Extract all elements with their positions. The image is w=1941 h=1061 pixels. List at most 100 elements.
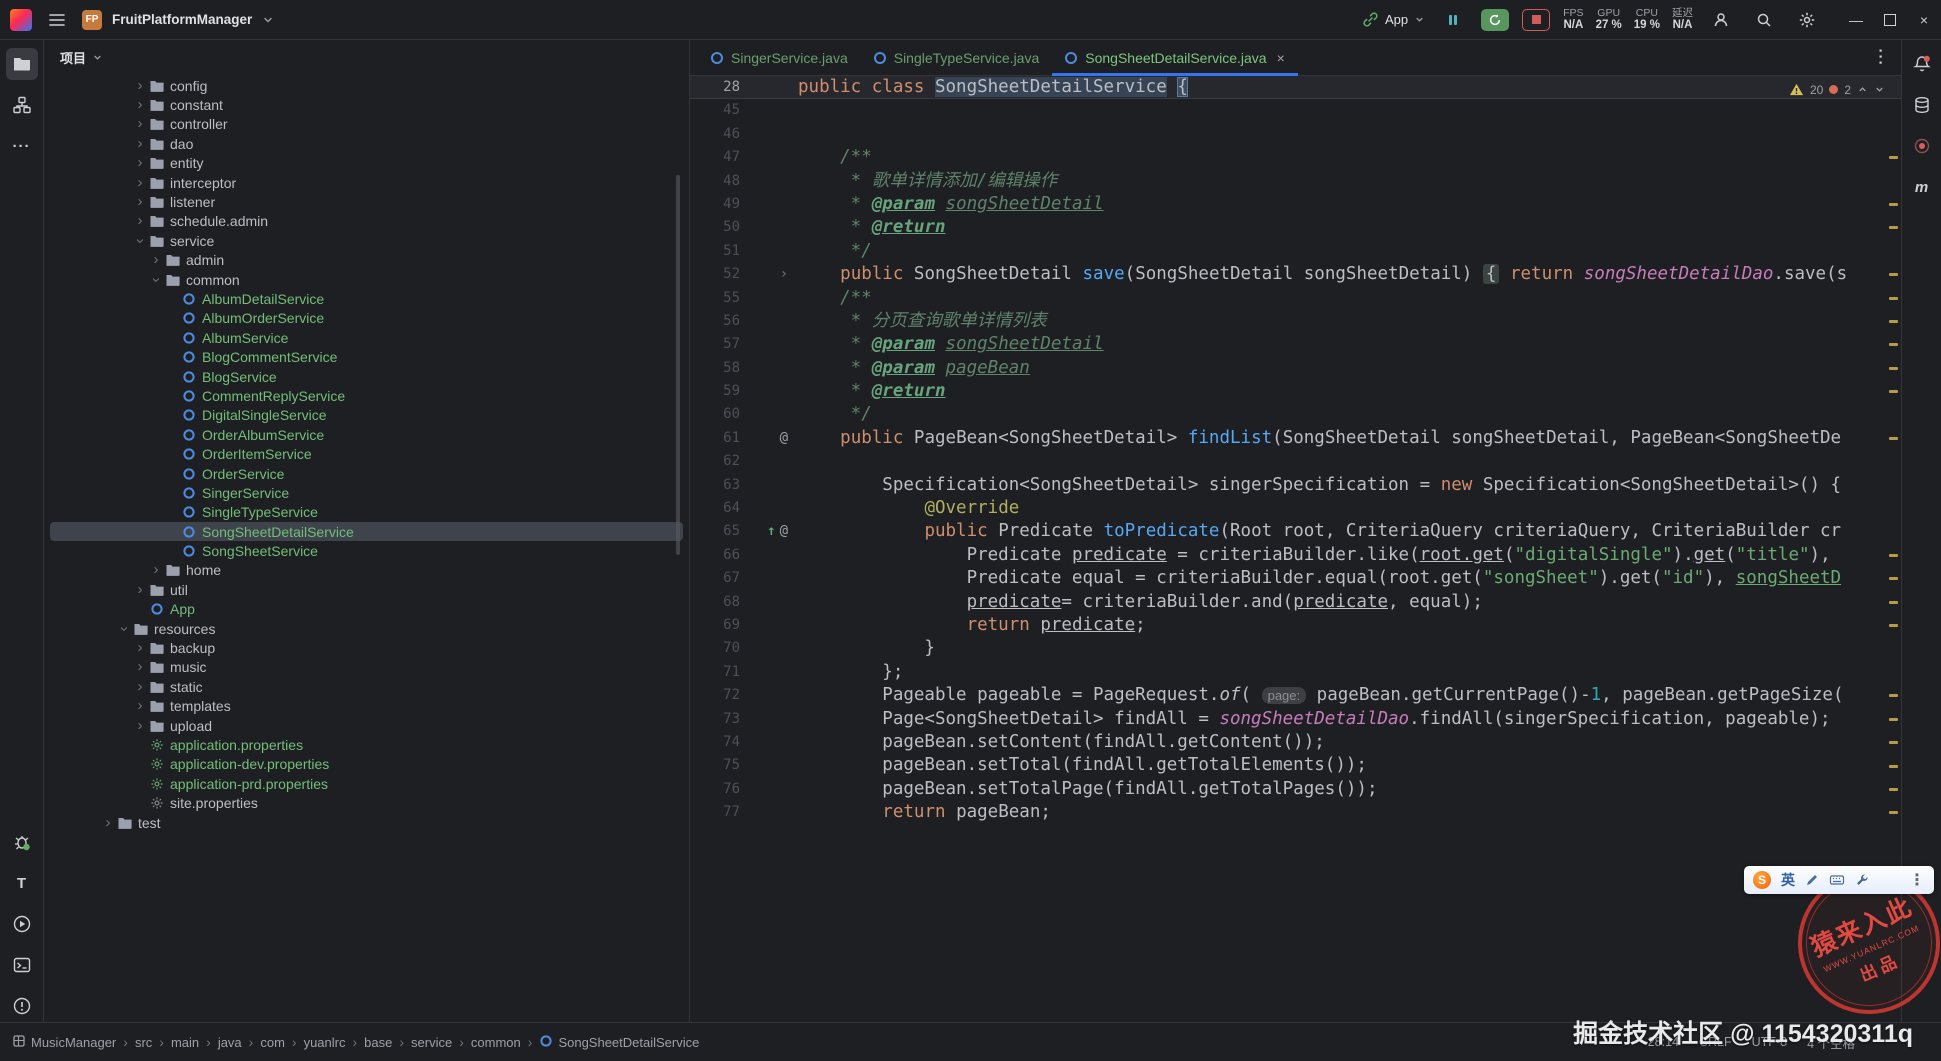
tree-item-util[interactable]: › util — [44, 580, 689, 599]
code-line-75[interactable]: 75 pageBean.setTotal(findAll.getTotalEle… — [690, 754, 1901, 777]
line-number[interactable]: 68 — [690, 591, 746, 614]
line-number[interactable]: 51 — [690, 240, 746, 263]
tree-item-BlogCommentService[interactable]: BlogCommentService — [44, 347, 689, 366]
pen-icon[interactable] — [1805, 873, 1819, 887]
tree-item-constant[interactable]: › constant — [44, 95, 689, 114]
line-number[interactable]: 61 — [690, 427, 746, 450]
tab-SingerService.java[interactable]: SingerService.java — [698, 40, 861, 75]
ime-language[interactable]: 英 — [1781, 870, 1795, 890]
debug-icon[interactable] — [6, 826, 38, 858]
tree-item-music[interactable]: › music — [44, 658, 689, 677]
chevron-right-icon[interactable]: › — [132, 213, 148, 229]
code-line-45[interactable]: 45 — [690, 99, 1901, 122]
tree-item-entity[interactable]: › entity — [44, 154, 689, 173]
line-number[interactable]: 48 — [690, 170, 746, 193]
tab-SingleTypeService.java[interactable]: SingleTypeService.java — [861, 40, 1053, 75]
code-line-67[interactable]: 67 Predicate equal = criteriaBuilder.equ… — [690, 567, 1901, 590]
line-number[interactable]: 60 — [690, 403, 746, 426]
code-line-50[interactable]: 50 * @return — [690, 216, 1901, 239]
breadcrumb-item-com[interactable]: com — [260, 1035, 285, 1050]
chevron-down-icon[interactable]: › — [116, 621, 133, 637]
line-number[interactable]: 56 — [690, 310, 746, 333]
tree-item-static[interactable]: › static — [44, 677, 689, 696]
code-line-72[interactable]: 72 Pageable pageable = PageRequest.of( p… — [690, 684, 1901, 707]
tree-item-resources[interactable]: › resources — [44, 619, 689, 638]
line-number[interactable]: 71 — [690, 661, 746, 684]
code-line-76[interactable]: 76 pageBean.setTotalPage(findAll.getTota… — [690, 778, 1901, 801]
line-number[interactable]: 58 — [690, 357, 746, 380]
terminal-icon[interactable] — [6, 949, 38, 981]
search-icon[interactable] — [1749, 5, 1779, 35]
chevron-down-icon[interactable] — [262, 14, 274, 26]
breadcrumb-item-java[interactable]: java — [218, 1035, 242, 1050]
tree-item-App[interactable]: App — [44, 600, 689, 619]
tree-item-AlbumDetailService[interactable]: AlbumDetailService — [44, 289, 689, 308]
pause-button[interactable] — [1438, 5, 1468, 35]
code-line-65[interactable]: 65 ↑ @ public Predicate toPredicate(Root r… — [690, 520, 1901, 543]
rerun-button[interactable] — [1481, 8, 1510, 31]
chevron-right-icon[interactable]: › — [132, 678, 148, 695]
code-line-61[interactable]: 61 @ public PageBean<SongSheetDetail> fin… — [690, 427, 1901, 450]
override-marker-icon[interactable]: ↑ — [767, 520, 775, 543]
line-number[interactable]: 63 — [690, 474, 746, 497]
tree-item-OrderAlbumService[interactable]: OrderAlbumService — [44, 425, 689, 444]
tree-item-service[interactable]: › service — [44, 231, 689, 250]
code-line-47[interactable]: 47 /** — [690, 146, 1901, 169]
chevron-right-icon[interactable]: › — [132, 77, 148, 94]
tab-options-icon[interactable]: ··· — [1871, 40, 1901, 75]
tree-item-site.properties[interactable]: site.properties — [44, 793, 689, 812]
tree-item-test[interactable]: › test — [44, 813, 689, 832]
tree-item-dao[interactable]: › dao — [44, 134, 689, 153]
tree-item-application.properties[interactable]: application.properties — [44, 735, 689, 754]
chevron-right-icon[interactable]: › — [132, 135, 148, 152]
close-icon[interactable]: × — [1277, 50, 1285, 66]
line-number[interactable]: 69 — [690, 614, 746, 637]
tree-item-application-prd.properties[interactable]: application-prd.properties — [44, 774, 689, 793]
chevron-right-icon[interactable]: › — [132, 97, 148, 113]
tree-item-home[interactable]: › home — [44, 561, 689, 580]
line-number[interactable]: 77 — [690, 801, 746, 824]
code-line-58[interactable]: 58 * @param pageBean — [690, 357, 1901, 380]
code-line-48[interactable]: 48 * 歌单详情添加/编辑操作 — [690, 170, 1901, 193]
code-line-70[interactable]: 70 } — [690, 637, 1901, 660]
breadcrumb-item-common[interactable]: common — [471, 1035, 521, 1050]
line-number[interactable]: 45 — [690, 99, 746, 122]
line-number[interactable]: 49 — [690, 193, 746, 216]
line-number[interactable]: 46 — [690, 123, 746, 146]
code-line-63[interactable]: 63 Specification<SongSheetDetail> singer… — [690, 474, 1901, 497]
tree-item-AlbumOrderService[interactable]: AlbumOrderService — [44, 309, 689, 328]
line-number[interactable]: 59 — [690, 380, 746, 403]
tree-item-common[interactable]: › common — [44, 270, 689, 289]
maven-icon[interactable]: m — [1906, 171, 1938, 203]
settings-icon[interactable] — [1792, 5, 1822, 35]
chevron-right-icon[interactable]: › — [132, 640, 148, 656]
code-line-69[interactable]: 69 return predicate; — [690, 614, 1901, 637]
tree-item-controller[interactable]: › controller — [44, 115, 689, 134]
tree-item-templates[interactable]: › templates — [44, 697, 689, 716]
tree-item-SongSheetDetailService[interactable]: SongSheetDetailService — [44, 521, 689, 542]
more-icon[interactable]: ··· — [6, 130, 38, 162]
translate-icon[interactable]: T — [6, 867, 38, 899]
code-line-55[interactable]: 55 /** — [690, 287, 1901, 310]
sogou-logo-icon[interactable]: S — [1753, 871, 1771, 889]
line-number[interactable]: 75 — [690, 754, 746, 777]
line-number[interactable]: 57 — [690, 333, 746, 356]
chevron-right-icon[interactable]: › — [148, 562, 164, 578]
tree-item-config[interactable]: › config — [44, 76, 689, 95]
notifications-icon[interactable] — [1906, 48, 1938, 80]
line-number[interactable]: 76 — [690, 778, 746, 801]
profiler-icon[interactable] — [1906, 130, 1938, 162]
code-line-74[interactable]: 74 pageBean.setContent(findAll.getConten… — [690, 731, 1901, 754]
breadcrumb-item-main[interactable]: main — [171, 1035, 199, 1050]
line-number[interactable]: 73 — [690, 708, 746, 731]
tree-item-BlogService[interactable]: BlogService — [44, 367, 689, 386]
chevron-right-icon[interactable]: › — [132, 194, 148, 210]
chevron-right-icon[interactable]: › — [132, 581, 148, 598]
code-line-66[interactable]: 66 Predicate predicate = criteriaBuilder… — [690, 544, 1901, 567]
stop-button[interactable] — [1522, 8, 1551, 31]
code-line-64[interactable]: 64 @Override — [690, 497, 1901, 520]
project-panel-header[interactable]: 项目 — [44, 40, 689, 74]
chevron-right-icon[interactable]: › — [132, 717, 148, 734]
run-config-selector[interactable]: App — [1362, 11, 1425, 28]
line-number[interactable]: 47 — [690, 146, 746, 169]
